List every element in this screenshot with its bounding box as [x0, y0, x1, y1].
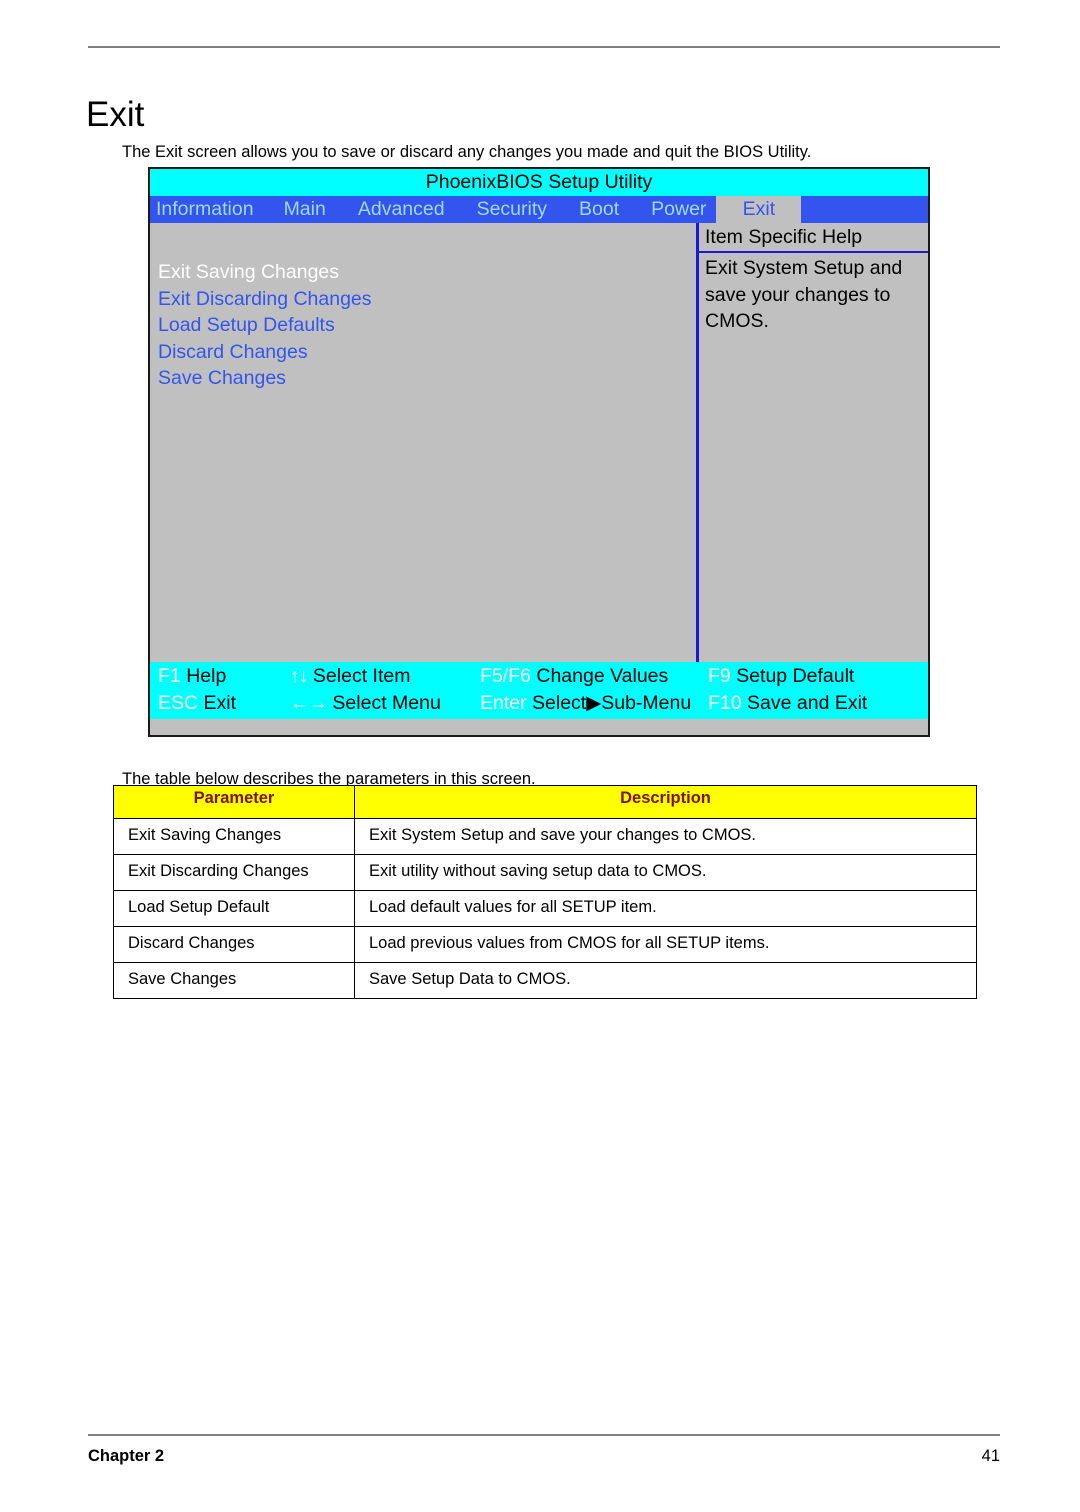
footer-rule [88, 1434, 1000, 1436]
column-header-description: Description [354, 785, 977, 819]
cell-description: Load previous values from CMOS for all S… [354, 926, 977, 963]
status-key-enter[interactable]: Enter Select▶Sub-Menu [480, 690, 691, 717]
bios-option-exit-discarding-changes[interactable]: Exit Discarding Changes [158, 286, 678, 313]
help-panel-title: Item Specific Help [699, 223, 928, 253]
column-header-parameter: Parameter [113, 785, 355, 819]
status-key-f5f6[interactable]: F5/F6 Change Values [480, 663, 668, 690]
table-row: Save Changes Save Setup Data to CMOS. [113, 962, 977, 999]
cell-description: Exit utility without saving setup data t… [354, 854, 977, 891]
menu-tab-power-label: Power [651, 197, 707, 220]
bios-option-load-setup-defaults[interactable]: Load Setup Defaults [158, 312, 678, 339]
menu-tab-boot-label: Boot [579, 197, 620, 220]
table-header: Parameter Description [113, 785, 977, 819]
intro-paragraph: The Exit screen allows you to save or di… [122, 142, 812, 161]
bios-status-bar: F1 Help ↑↓ Select Item F5/F6 Change Valu… [150, 662, 928, 719]
cell-parameter: Exit Discarding Changes [113, 854, 355, 891]
bios-option-discard-changes[interactable]: Discard Changes [158, 339, 678, 366]
menu-tab-power[interactable]: Power [651, 196, 716, 223]
status-key-f10-key: F10 [708, 692, 742, 714]
document-page: Exit The Exit screen allows you to save … [0, 0, 1080, 1512]
status-key-enter-action: Select▶Sub-Menu [532, 692, 692, 714]
status-key-f1-action: Help [186, 665, 227, 687]
cell-description: Load default values for all SETUP item. [354, 890, 977, 927]
status-key-f10[interactable]: F10 Save and Exit [708, 690, 867, 717]
cell-parameter: Load Setup Default [113, 890, 355, 927]
menu-tab-advanced[interactable]: Advanced [358, 196, 477, 223]
table-row: Exit Saving Changes Exit System Setup an… [113, 818, 977, 855]
bios-options-list: Exit Saving Changes Exit Discarding Chan… [158, 259, 678, 392]
status-key-leftright-action: Select Menu [332, 692, 441, 714]
menu-tab-information[interactable]: Information [150, 196, 284, 223]
table-body: Exit Saving Changes Exit System Setup an… [113, 818, 977, 999]
table-row: Exit Discarding Changes Exit utility wit… [113, 854, 977, 891]
cell-description: Save Setup Data to CMOS. [354, 962, 977, 999]
bios-option-save-changes[interactable]: Save Changes [158, 365, 678, 392]
menu-tab-advanced-label: Advanced [357, 197, 445, 220]
status-key-esc-action: Exit [203, 692, 237, 714]
cell-description: Exit System Setup and save your changes … [354, 818, 977, 855]
bios-options-panel: Exit Saving Changes Exit Discarding Chan… [150, 223, 696, 662]
help-panel-body: Exit System Setup and save your changes … [705, 257, 903, 332]
menu-tab-main-label: Main [283, 197, 326, 220]
menu-tab-exit[interactable]: Exit [716, 196, 802, 223]
header-rule [88, 46, 1000, 48]
status-key-esc-key: ESC [158, 692, 199, 714]
status-key-f9-action: Setup Default [736, 665, 855, 687]
status-key-f1-key: F1 [158, 665, 181, 687]
bios-setup-screen: PhoenixBIOS Setup Utility Information Ma… [148, 167, 930, 737]
bios-title-bar: PhoenixBIOS Setup Utility [150, 169, 928, 196]
status-key-f10-action: Save and Exit [747, 692, 868, 714]
table-row: Discard Changes Load previous values fro… [113, 926, 977, 963]
arrow-up-down-icon: ↑↓ [290, 665, 308, 687]
status-key-updown[interactable]: ↑↓ Select Item [290, 663, 410, 690]
bios-help-panel: Item Specific Help Exit System Setup and… [699, 223, 928, 662]
arrow-left-right-icon: ←→ [290, 692, 328, 714]
menu-tab-information-label: Information [156, 197, 254, 220]
status-key-f5f6-key: F5/F6 [480, 665, 531, 687]
menu-tab-security[interactable]: Security [477, 196, 579, 223]
bios-body: Exit Saving Changes Exit Discarding Chan… [150, 223, 928, 662]
status-key-esc[interactable]: ESC Exit [158, 690, 236, 717]
status-bar-row-1: F1 Help ↑↓ Select Item F5/F6 Change Valu… [150, 663, 928, 690]
menu-tab-exit-label: Exit [742, 197, 776, 220]
table-row: Load Setup Default Load default values f… [113, 890, 977, 927]
bios-option-exit-saving-changes[interactable]: Exit Saving Changes [158, 259, 678, 286]
status-key-f9-key: F9 [708, 665, 731, 687]
status-key-enter-key: Enter [480, 692, 527, 714]
menu-tab-boot[interactable]: Boot [579, 196, 651, 223]
status-bar-row-2: ESC Exit ←→ Select Menu Enter Select▶Sub… [150, 690, 928, 717]
footer-page-number: 41 [981, 1447, 1000, 1465]
status-key-f1[interactable]: F1 Help [158, 663, 226, 690]
menu-tab-main[interactable]: Main [284, 196, 358, 223]
bios-menu-bar: Information Main Advanced Security Boot … [150, 196, 928, 223]
status-key-updown-action: Select Item [312, 665, 411, 687]
menu-tab-security-label: Security [476, 197, 548, 220]
status-key-leftright[interactable]: ←→ Select Menu [290, 690, 441, 717]
status-key-f5f6-action: Change Values [536, 665, 669, 687]
parameter-description-table: Parameter Description Exit Saving Change… [113, 785, 977, 999]
status-key-f9[interactable]: F9 Setup Default [708, 663, 854, 690]
page-title: Exit [86, 95, 145, 135]
table-header-row: Parameter Description [113, 785, 977, 819]
cell-parameter: Exit Saving Changes [113, 818, 355, 855]
cell-parameter: Discard Changes [113, 926, 355, 963]
cell-parameter: Save Changes [113, 962, 355, 999]
